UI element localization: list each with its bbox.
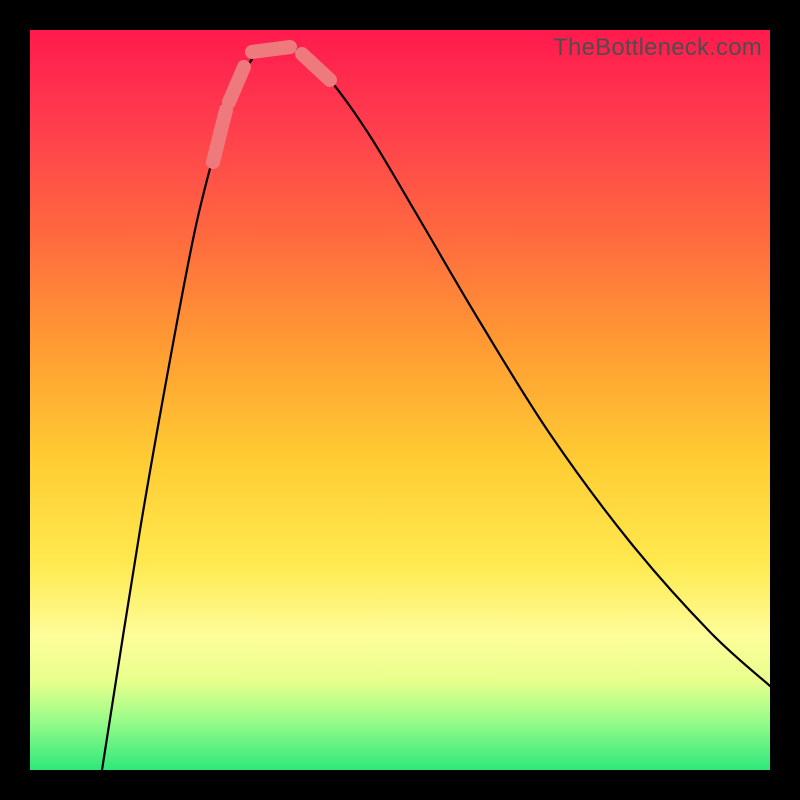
floor-segment [252,47,290,52]
left-segment-lower [229,67,244,102]
right-segment [302,54,330,80]
chart-svg [30,30,770,770]
watermark-text: TheBottleneck.com [553,34,762,62]
chart-frame: TheBottleneck.com [30,30,770,770]
bottleneck-curve [102,43,770,770]
left-segment-upper [213,110,226,162]
marker-group [213,47,330,162]
